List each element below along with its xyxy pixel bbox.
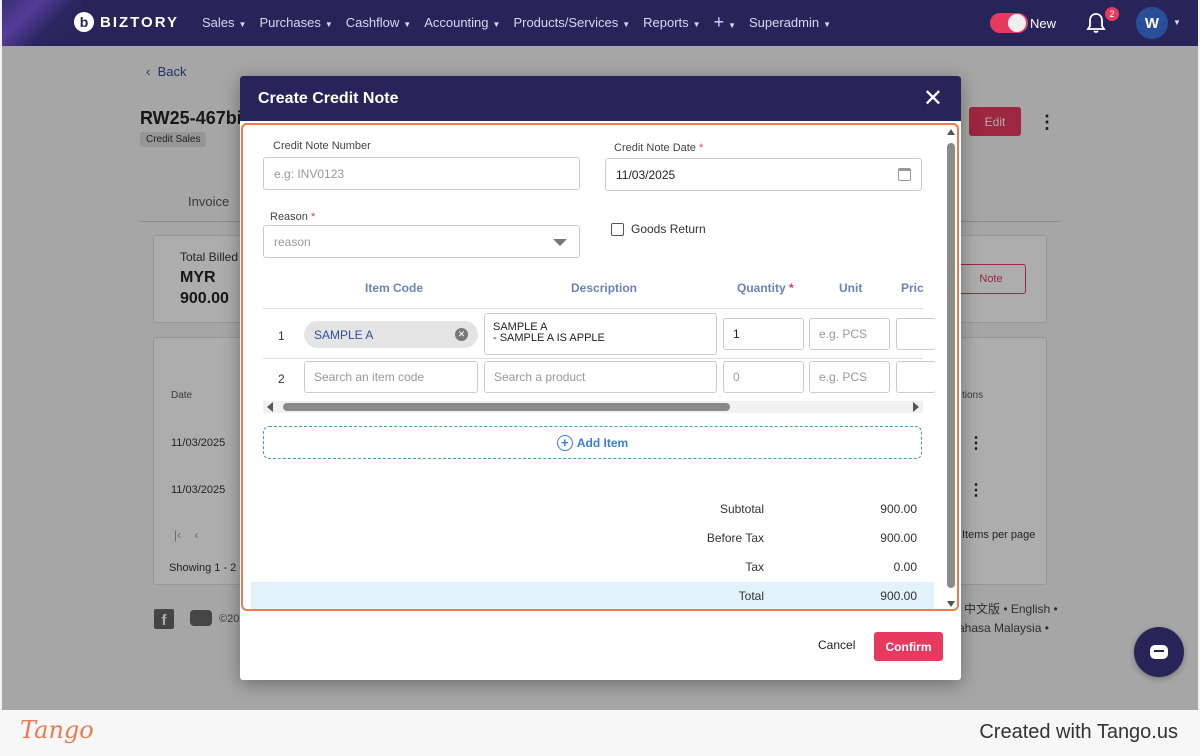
- new-label: New: [1030, 16, 1057, 31]
- menu-cashflow[interactable]: Cashflow ▼: [346, 15, 411, 33]
- credit-note-date-label: Credit Note Date *: [614, 142, 704, 154]
- bell-icon[interactable]: [1086, 12, 1106, 34]
- tax-label: Tax: [745, 560, 764, 574]
- credit-note-number-label: Credit Note Number: [273, 140, 371, 152]
- add-item-label: Add Item: [576, 435, 629, 450]
- total-label: Total: [738, 589, 764, 603]
- column-price: Pric: [901, 281, 924, 295]
- main-menu: Sales ▼ Purchases ▼ Cashflow ▼ Accounting ▼ …: [202, 12, 844, 33]
- column-description: Description: [571, 281, 638, 295]
- scroll-down-icon[interactable]: [947, 601, 955, 607]
- menu-products-services[interactable]: Products/Services ▼: [513, 15, 630, 33]
- before-tax-value: 900.00: [880, 531, 917, 545]
- dropdown-arrow-icon: [553, 239, 567, 246]
- scroll-right-icon[interactable]: [913, 402, 919, 412]
- before-tax-label: Before Tax: [706, 531, 764, 545]
- goods-return-label: Goods Return: [631, 222, 706, 236]
- price-input[interactable]: [896, 318, 936, 350]
- create-credit-note-modal: Create Credit Note ✕ Credit Note Number …: [240, 76, 961, 680]
- menu-superadmin[interactable]: Superadmin ▼: [749, 15, 831, 33]
- credit-note-number-input[interactable]: e.g: INV0123: [263, 157, 580, 190]
- new-ui-toggle[interactable]: [990, 13, 1028, 33]
- toggle-knob: [1008, 14, 1026, 32]
- column-quantity: Quantity *: [737, 281, 794, 295]
- product-search-input[interactable]: Search a product: [484, 361, 717, 393]
- chevron-down-icon: ▼: [238, 20, 247, 29]
- menu-sales[interactable]: Sales ▼: [202, 15, 246, 33]
- chevron-down-icon[interactable]: ▼: [1173, 18, 1181, 27]
- plus-circle-icon: +: [556, 434, 573, 451]
- column-unit: Unit: [839, 281, 863, 295]
- close-icon[interactable]: ✕: [923, 86, 943, 111]
- menu-purchases[interactable]: Purchases ▼: [259, 15, 332, 33]
- subtotal-value: 900.00: [880, 502, 917, 516]
- reason-label: Reason *: [270, 211, 316, 223]
- notification-badge: 2: [1105, 7, 1119, 21]
- row-divider: [263, 358, 923, 359]
- tango-credit: Created with Tango.us: [979, 721, 1178, 743]
- subtotal-label: Subtotal: [719, 502, 764, 516]
- horizontal-scrollbar[interactable]: [263, 401, 923, 413]
- item-code-search-input[interactable]: Search an item code: [304, 361, 478, 393]
- tango-logo: Tango: [20, 716, 94, 744]
- cancel-button[interactable]: Cancel: [810, 632, 863, 658]
- menu-reports[interactable]: Reports ▼: [643, 15, 700, 33]
- modal-header: Create Credit Note ✕: [240, 76, 961, 121]
- unit-input[interactable]: e.g. PCS: [809, 318, 890, 350]
- plus-icon: +: [713, 12, 725, 32]
- chevron-down-icon: ▼: [403, 20, 412, 29]
- scrollbar-thumb[interactable]: [283, 403, 730, 411]
- tax-value: 0.00: [893, 560, 917, 574]
- goods-return-checkbox[interactable]: [611, 223, 624, 236]
- chevron-down-icon: ▼: [823, 20, 832, 29]
- unit-input[interactable]: e.g. PCS: [809, 361, 890, 393]
- modal-title: Create Credit Note: [258, 89, 399, 107]
- chevron-down-icon: ▼: [622, 20, 631, 29]
- brand-mark-icon: b: [74, 12, 94, 32]
- item-code-chip[interactable]: SAMPLE A ✕: [304, 321, 478, 348]
- scroll-up-icon[interactable]: [947, 129, 955, 135]
- confirm-button[interactable]: Confirm: [874, 632, 943, 661]
- quantity-input[interactable]: 0: [723, 361, 804, 393]
- reason-select[interactable]: reason: [263, 225, 580, 258]
- calendar-icon[interactable]: [898, 168, 911, 181]
- table-header-divider: [263, 308, 923, 309]
- description-field[interactable]: SAMPLE A - SAMPLE A IS APPLE: [484, 313, 717, 355]
- row-number: 1: [278, 329, 285, 343]
- credit-note-date-input[interactable]: 11/03/2025: [605, 158, 922, 191]
- scrollbar-thumb[interactable]: [947, 143, 955, 588]
- total-value: 900.00: [880, 589, 917, 603]
- brand-name: BIZTORY: [100, 13, 180, 31]
- add-item-button[interactable]: + Add Item: [263, 426, 922, 459]
- chevron-down-icon: ▼: [728, 21, 737, 30]
- item-code-value: SAMPLE A: [314, 327, 374, 342]
- description-line: - SAMPLE A IS APPLE: [493, 332, 605, 344]
- chevron-down-icon: ▼: [692, 20, 701, 29]
- logo-pattern: [2, 0, 82, 46]
- chevron-down-icon: ▼: [324, 20, 333, 29]
- form-content: Credit Note Number e.g: INV0123 Credit N…: [241, 123, 959, 611]
- total-row-highlight: [251, 582, 934, 609]
- scroll-left-icon[interactable]: [267, 402, 273, 412]
- chat-icon: [1150, 645, 1168, 659]
- brand-logo[interactable]: b BIZTORY: [74, 12, 179, 32]
- quantity-input[interactable]: 1: [723, 318, 804, 350]
- menu-add[interactable]: + ▼: [714, 12, 736, 33]
- chat-widget-button[interactable]: [1134, 627, 1184, 677]
- row-number: 2: [278, 372, 285, 386]
- vertical-scrollbar[interactable]: [947, 127, 955, 609]
- avatar[interactable]: W: [1136, 7, 1168, 39]
- clear-icon[interactable]: ✕: [455, 328, 468, 341]
- price-input[interactable]: [896, 361, 936, 393]
- column-item-code: Item Code: [365, 281, 424, 295]
- menu-accounting[interactable]: Accounting ▼: [424, 15, 500, 33]
- chevron-down-icon: ▼: [492, 20, 501, 29]
